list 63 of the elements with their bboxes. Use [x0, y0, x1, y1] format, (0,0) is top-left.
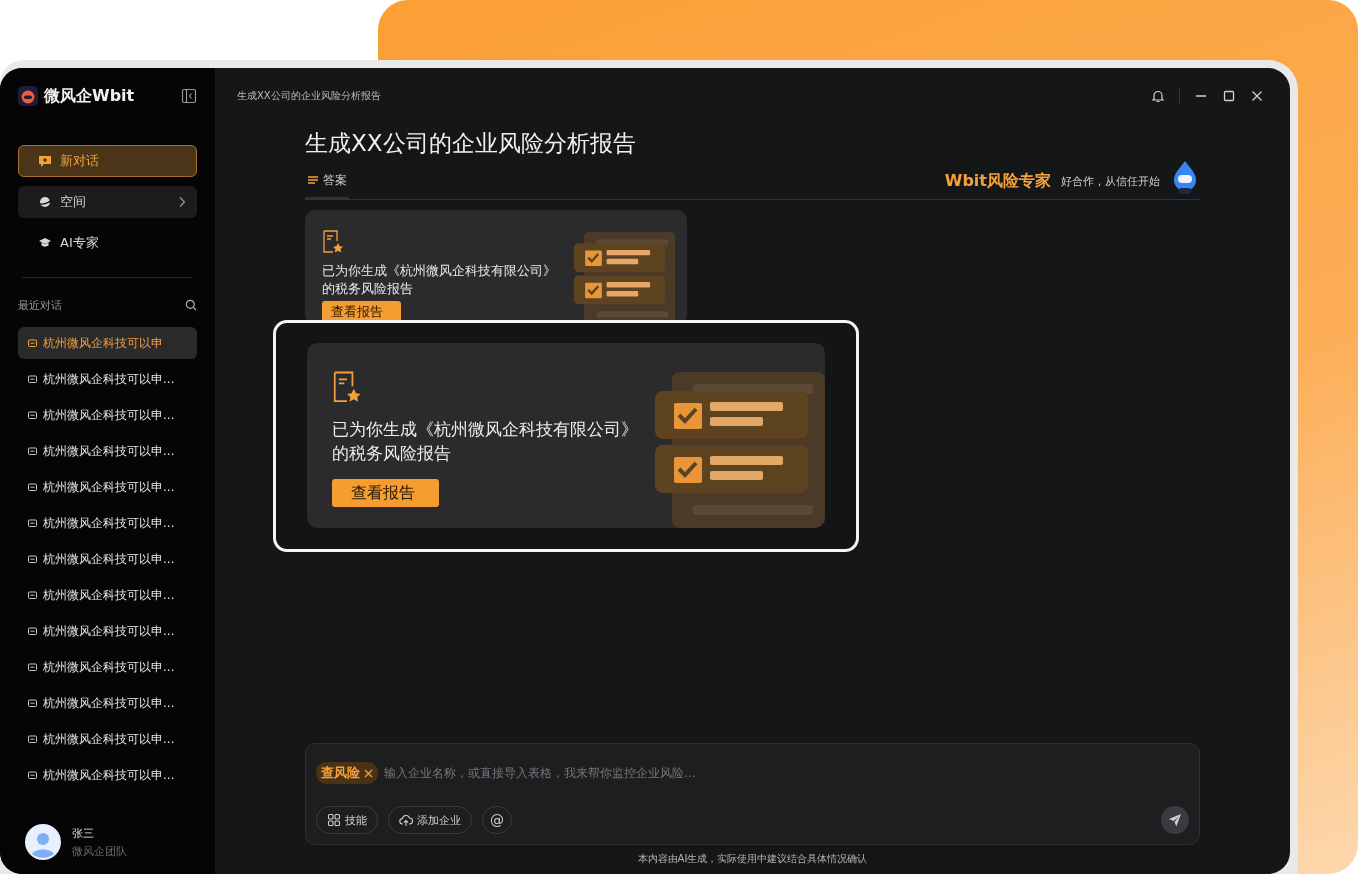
- message-icon: [28, 662, 37, 672]
- close-icon[interactable]: [1250, 89, 1264, 103]
- message-icon: [28, 698, 37, 708]
- maximize-icon[interactable]: [1222, 89, 1236, 103]
- collapse-sidebar-icon[interactable]: [181, 88, 197, 104]
- sidebar-item[interactable]: 空间: [18, 186, 197, 218]
- send-button[interactable]: [1161, 806, 1189, 834]
- chat-history-item[interactable]: 杭州微风企科技可以申...: [18, 687, 197, 719]
- app-name: 微风企Wbit: [44, 85, 136, 107]
- message-icon: [28, 410, 37, 420]
- disclaimer-text: 本内容由AI生成，实际使用中建议结合具体情况确认: [636, 852, 869, 866]
- search-icon[interactable]: [185, 299, 197, 311]
- message-input[interactable]: 输入企业名称，或直接导入表格，我来帮你监控企业风险...: [384, 766, 1189, 780]
- view-report-button[interactable]: 查看报告: [322, 301, 401, 323]
- avatar-icon: [25, 824, 61, 860]
- message-icon: [28, 374, 37, 384]
- list-icon: [307, 174, 319, 186]
- message-icon: [28, 590, 37, 600]
- page-heading: 生成XX公司的企业风险分析报告: [305, 129, 637, 158]
- chat-history-item[interactable]: 杭州微风企科技可以申...: [18, 651, 197, 683]
- tab[interactable]: 答案: [305, 163, 349, 199]
- report-message: 已为你生成《杭州微风企科技有限公司》的税务风险报告: [332, 419, 639, 465]
- expert-slogan: 好合作，从信任开始: [1061, 173, 1160, 189]
- message-icon: [28, 482, 37, 492]
- expert-name: Wbit风险专家: [944, 170, 1051, 192]
- chat-history-item[interactable]: 杭州微风企科技可以申...: [18, 399, 197, 431]
- document-star-icon: [322, 230, 344, 254]
- chat-history-item[interactable]: 杭州微风企科技可以申...: [18, 615, 197, 647]
- grid-icon: [327, 813, 341, 827]
- chat-history-item[interactable]: 杭州微风企科技可以申...: [18, 759, 197, 791]
- document-star-icon: [332, 371, 362, 404]
- window-title: 生成XX公司的企业风险分析报告: [237, 89, 382, 103]
- bell-icon[interactable]: [1151, 89, 1165, 103]
- chat-history-item[interactable]: 杭州微风企科技可以申...: [18, 723, 197, 755]
- message-icon: [28, 446, 37, 456]
- planet-icon: [38, 195, 52, 209]
- chat-history-item[interactable]: 杭州微风企科技可以申...: [18, 363, 197, 395]
- chat-plus-icon: [38, 154, 52, 168]
- user-name: 张三: [72, 825, 95, 841]
- message-icon: [28, 338, 37, 348]
- view-report-button[interactable]: 查看报告: [332, 479, 439, 507]
- message-icon: [28, 518, 37, 528]
- close-icon: [364, 768, 373, 778]
- chat-history-item[interactable]: 杭州微风企科技可以申...: [18, 471, 197, 503]
- chat-history-item[interactable]: 杭州微风企科技可以申...: [18, 435, 197, 467]
- section-title: 最近对话: [18, 297, 62, 313]
- message-icon: [28, 554, 37, 564]
- message-icon: [28, 770, 37, 780]
- team-name: 微风企团队: [72, 843, 127, 859]
- sidebar-item[interactable]: AI专家: [18, 227, 197, 259]
- chat-history-item[interactable]: 杭州微风企科技可以申: [18, 327, 197, 359]
- cloud-upload-icon: [399, 813, 413, 827]
- report-message: 已为你生成《杭州微风企科技有限公司》的税务风险报告: [322, 262, 557, 298]
- message-icon: [28, 626, 37, 636]
- graduation-cap-icon: [38, 236, 52, 250]
- logo-icon: [18, 86, 38, 106]
- message-icon: [28, 734, 37, 744]
- new-chat-button[interactable]: 新对话: [18, 145, 197, 177]
- skill-tag[interactable]: 查风险: [316, 762, 378, 784]
- chat-history-item[interactable]: 杭州微风企科技可以申...: [18, 543, 197, 575]
- chat-history-item[interactable]: 杭州微风企科技可以申...: [18, 579, 197, 611]
- chat-history-item[interactable]: 杭州微风企科技可以申...: [18, 507, 197, 539]
- send-icon: [1168, 813, 1182, 827]
